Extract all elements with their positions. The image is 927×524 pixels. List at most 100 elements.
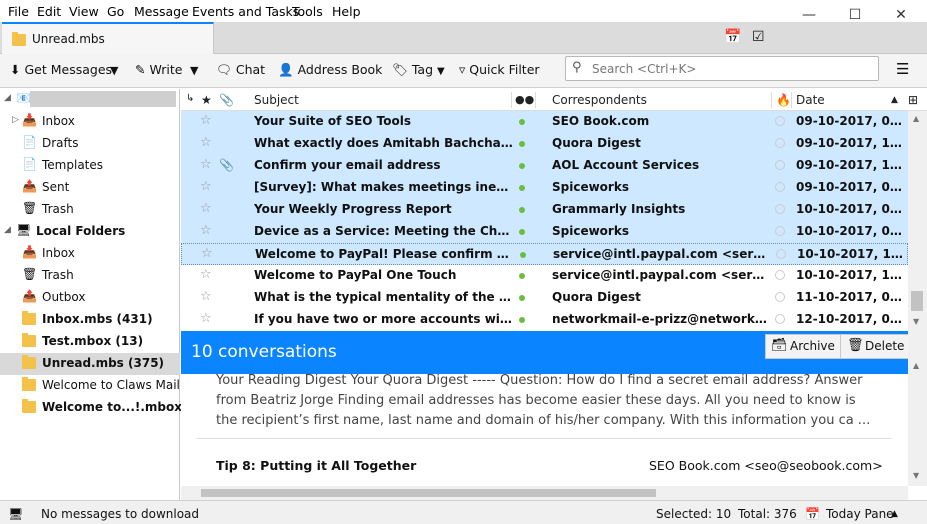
unread-dot-icon[interactable] bbox=[519, 141, 525, 147]
star-icon[interactable]: ☆ bbox=[200, 201, 212, 216]
star-icon[interactable]: ☆ bbox=[200, 267, 212, 282]
chevron-up-icon[interactable]: ▲ bbox=[891, 509, 898, 519]
scroll-up-icon[interactable]: ▲ bbox=[913, 114, 919, 123]
thread-row[interactable]: ☆ Device as a Service: Meeting the Challe… bbox=[181, 221, 908, 243]
folder-item[interactable]: Inbox.mbs (431) bbox=[0, 309, 180, 331]
attachment-column-icon[interactable]: 📎 bbox=[219, 93, 234, 107]
thread-row[interactable]: ☆ 📎 Confirm your email address AOL Account … bbox=[181, 155, 908, 177]
folder-item[interactable]: 🗑 Trash bbox=[0, 265, 180, 287]
unread-dot-icon[interactable] bbox=[519, 119, 525, 125]
thread-row[interactable]: ☆ What is the typical mentality of the In… bbox=[181, 287, 908, 309]
scrollbar-thumb[interactable] bbox=[911, 291, 923, 311]
twisty-expanded-icon[interactable]: ◢ bbox=[4, 93, 11, 103]
delete-button[interactable]: 🗑 Delete bbox=[840, 334, 912, 359]
column-date[interactable]: Date bbox=[796, 93, 825, 107]
calendar-icon[interactable]: 📅 bbox=[724, 29, 741, 45]
folder-item[interactable]: Welcome to...!.mbox (1) bbox=[0, 397, 206, 419]
quick-filter-button[interactable]: ▿ Quick Filter bbox=[459, 62, 540, 77]
column-correspondents[interactable]: Correspondents bbox=[552, 93, 647, 107]
thread-column-icon[interactable]: ↳ bbox=[186, 93, 194, 104]
folder-item[interactable]: 📤 Sent bbox=[0, 177, 180, 199]
preview-scrollbar[interactable]: ▲ ▼ bbox=[908, 331, 927, 486]
star-icon[interactable]: ☆ bbox=[200, 135, 212, 150]
junk-status-icon[interactable] bbox=[775, 292, 785, 302]
get-messages-dropdown[interactable]: ▼ bbox=[110, 64, 118, 77]
folder-item[interactable]: 📥 Inbox bbox=[0, 243, 180, 265]
junk-status-icon[interactable] bbox=[775, 138, 785, 148]
read-status-column-icon[interactable]: ●● bbox=[515, 93, 534, 106]
menu-help[interactable]: Help bbox=[332, 4, 361, 19]
thread-row[interactable]: ☆ Your Weekly Progress Report Grammarly In… bbox=[181, 199, 908, 221]
star-icon[interactable]: ☆ bbox=[200, 179, 212, 194]
unread-dot-icon[interactable] bbox=[519, 317, 525, 323]
unread-dot-icon[interactable] bbox=[519, 295, 525, 301]
junk-status-icon[interactable] bbox=[775, 270, 785, 280]
menu-file[interactable]: File bbox=[8, 4, 29, 19]
scrollbar-thumb[interactable] bbox=[201, 489, 656, 497]
unread-dot-icon[interactable] bbox=[519, 273, 525, 279]
star-icon[interactable]: ☆ bbox=[200, 113, 212, 128]
thread-row[interactable]: ☆ If you have two or more accounts with e… bbox=[181, 309, 908, 331]
scroll-down-icon[interactable]: ▼ bbox=[913, 471, 919, 480]
junk-status-icon[interactable] bbox=[775, 160, 785, 170]
folder-item[interactable]: Test.mbox (13) bbox=[0, 331, 180, 353]
folder-item[interactable]: 📤 Outbox bbox=[0, 287, 180, 309]
menu-tools[interactable]: Tools bbox=[292, 4, 323, 19]
thread-row[interactable]: ☆ Welcome to PayPal! Please confirm your … bbox=[181, 243, 908, 265]
search-input[interactable]: ⚲ Search <Ctrl+K> bbox=[565, 56, 879, 81]
twisty-expanded-icon[interactable]: ◢ bbox=[4, 225, 11, 235]
today-pane-toggle[interactable]: Today Pane bbox=[826, 507, 894, 521]
summary-subject[interactable]: Tip 8: Putting it All Together bbox=[216, 458, 416, 473]
get-messages-button[interactable]: ⬇ Get Messages bbox=[10, 62, 112, 77]
folder-item[interactable]: Unread.mbs (375) bbox=[0, 353, 180, 375]
junk-status-icon[interactable] bbox=[775, 116, 785, 126]
tag-button[interactable]: 🏷 Tag ▼ bbox=[392, 62, 445, 78]
star-icon[interactable]: ☆ bbox=[201, 246, 213, 261]
tasks-icon[interactable]: ☑ bbox=[752, 29, 765, 45]
twisty-collapsed-icon[interactable]: ▷ bbox=[12, 115, 19, 125]
junk-column-icon[interactable]: 🔥 bbox=[776, 93, 791, 107]
junk-status-icon[interactable] bbox=[776, 249, 786, 259]
folder-item[interactable]: Welcome to Claws Mail bbox=[0, 375, 180, 397]
tab-unread-mbs[interactable]: Unread.mbs bbox=[2, 22, 214, 55]
menu-edit[interactable]: Edit bbox=[37, 4, 61, 19]
star-icon[interactable]: ☆ bbox=[200, 223, 212, 238]
star-icon[interactable]: ☆ bbox=[200, 289, 212, 304]
preview-horizontal-scrollbar[interactable] bbox=[181, 486, 908, 500]
thread-row[interactable]: ☆ Welcome to PayPal One Touch service@intl… bbox=[181, 265, 908, 287]
scroll-down-icon[interactable]: ▼ bbox=[913, 317, 919, 326]
unread-dot-icon[interactable] bbox=[519, 207, 525, 213]
folder-item[interactable]: ◢ 🖥 Local Folders bbox=[0, 221, 180, 243]
online-status-icon[interactable]: 🖥 bbox=[8, 507, 23, 521]
menu-events-tasks[interactable]: Events and Tasks bbox=[192, 4, 299, 19]
address-book-button[interactable]: 👤 Address Book bbox=[278, 62, 382, 78]
junk-status-icon[interactable] bbox=[775, 314, 785, 324]
unread-dot-icon[interactable] bbox=[519, 185, 525, 191]
column-subject[interactable]: Subject bbox=[254, 93, 299, 107]
menu-message[interactable]: Message bbox=[134, 4, 189, 19]
folder-item[interactable]: ◢ 📧 bbox=[0, 89, 180, 111]
chat-button[interactable]: 🗨 Chat bbox=[216, 62, 265, 78]
unread-dot-icon[interactable] bbox=[520, 252, 526, 258]
folder-item[interactable]: 🗑 Trash bbox=[0, 199, 180, 221]
thread-row[interactable]: ☆ What exactly does Amitabh Bachchan see … bbox=[181, 133, 908, 155]
archive-button[interactable]: 🗃 Archive bbox=[765, 334, 842, 359]
star-icon[interactable]: ☆ bbox=[200, 157, 212, 172]
menu-view[interactable]: View bbox=[69, 4, 99, 19]
thread-row[interactable]: ☆ [Survey]: What makes meetings ineffecti… bbox=[181, 177, 908, 199]
write-dropdown[interactable]: ▼ bbox=[190, 64, 198, 77]
summary-sender[interactable]: SEO Book.com <seo@seobook.com> bbox=[649, 458, 883, 473]
thread-list-scrollbar[interactable]: ▲ ▼ bbox=[908, 111, 927, 331]
unread-dot-icon[interactable] bbox=[519, 163, 525, 169]
scroll-up-icon[interactable]: ▲ bbox=[913, 361, 919, 370]
star-column-icon[interactable]: ★ bbox=[201, 93, 212, 107]
folder-item[interactable]: ▷ 📥 Inbox bbox=[0, 111, 180, 133]
folder-item[interactable]: 📄 Drafts bbox=[0, 133, 180, 155]
junk-status-icon[interactable] bbox=[775, 204, 785, 214]
column-picker-icon[interactable]: ⊞ bbox=[908, 93, 918, 107]
folder-item[interactable]: 📄 Templates bbox=[0, 155, 180, 177]
app-menu-icon[interactable]: ☰ bbox=[896, 60, 909, 78]
junk-status-icon[interactable] bbox=[775, 182, 785, 192]
unread-dot-icon[interactable] bbox=[519, 229, 525, 235]
junk-status-icon[interactable] bbox=[775, 226, 785, 236]
